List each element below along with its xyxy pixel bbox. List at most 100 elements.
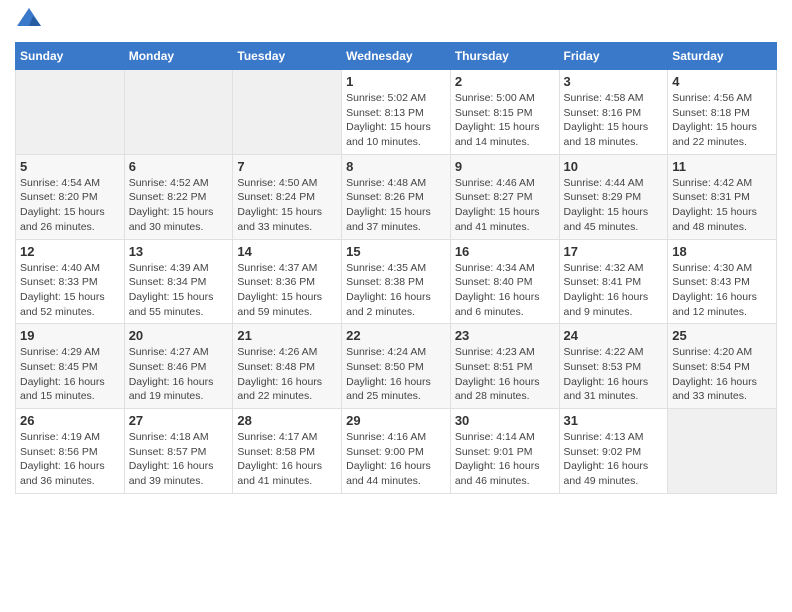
day-info: Sunrise: 4:17 AM Sunset: 8:58 PM Dayligh… <box>237 430 337 489</box>
day-number: 25 <box>672 328 772 343</box>
logo <box>15 10 47 34</box>
calendar-cell: 21 Sunrise: 4:26 AM Sunset: 8:48 PM Dayli… <box>233 324 342 409</box>
col-header-thursday: Thursday <box>450 43 559 70</box>
day-number: 6 <box>129 159 229 174</box>
col-header-tuesday: Tuesday <box>233 43 342 70</box>
day-info: Sunrise: 4:29 AM Sunset: 8:45 PM Dayligh… <box>20 345 120 404</box>
day-number: 12 <box>20 244 120 259</box>
day-number: 5 <box>20 159 120 174</box>
day-info: Sunrise: 4:42 AM Sunset: 8:31 PM Dayligh… <box>672 176 772 235</box>
col-header-sunday: Sunday <box>16 43 125 70</box>
day-info: Sunrise: 4:22 AM Sunset: 8:53 PM Dayligh… <box>564 345 664 404</box>
day-number: 1 <box>346 74 446 89</box>
calendar-cell <box>668 409 777 494</box>
day-info: Sunrise: 4:52 AM Sunset: 8:22 PM Dayligh… <box>129 176 229 235</box>
calendar-cell: 25 Sunrise: 4:20 AM Sunset: 8:54 PM Dayli… <box>668 324 777 409</box>
day-number: 15 <box>346 244 446 259</box>
day-info: Sunrise: 4:34 AM Sunset: 8:40 PM Dayligh… <box>455 261 555 320</box>
calendar-cell: 22Sunrise: 4:24 AM Sunset: 8:50 PM Dayli… <box>342 324 451 409</box>
day-number: 14 <box>237 244 337 259</box>
calendar-cell: 12 Sunrise: 4:40 AM Sunset: 8:33 PM Dayli… <box>16 239 125 324</box>
calendar-cell <box>16 70 125 155</box>
day-info: Sunrise: 4:16 AM Sunset: 9:00 PM Dayligh… <box>346 430 446 489</box>
col-header-wednesday: Wednesday <box>342 43 451 70</box>
day-info: Sunrise: 4:58 AM Sunset: 8:16 PM Dayligh… <box>564 91 664 150</box>
day-number: 27 <box>129 413 229 428</box>
day-number: 28 <box>237 413 337 428</box>
day-number: 2 <box>455 74 555 89</box>
day-number: 17 <box>564 244 664 259</box>
calendar-table: SundayMondayTuesdayWednesdayThursdayFrid… <box>15 42 777 494</box>
calendar-cell: 29 Sunrise: 4:16 AM Sunset: 9:00 PM Dayli… <box>342 409 451 494</box>
day-info: Sunrise: 4:32 AM Sunset: 8:41 PM Dayligh… <box>564 261 664 320</box>
day-info: Sunrise: 4:20 AM Sunset: 8:54 PM Dayligh… <box>672 345 772 404</box>
calendar-cell: 8 Sunrise: 4:48 AM Sunset: 8:26 PM Daylig… <box>342 154 451 239</box>
day-number: 16 <box>455 244 555 259</box>
day-number: 23 <box>455 328 555 343</box>
calendar-cell: 2 Sunrise: 5:00 AM Sunset: 8:15 PM Daylig… <box>450 70 559 155</box>
day-info: Sunrise: 4:44 AM Sunset: 8:29 PM Dayligh… <box>564 176 664 235</box>
calendar-cell <box>233 70 342 155</box>
logo-icon <box>15 6 43 34</box>
calendar-cell: 18Sunrise: 4:30 AM Sunset: 8:43 PM Dayli… <box>668 239 777 324</box>
page-header <box>15 10 777 34</box>
day-number: 4 <box>672 74 772 89</box>
day-number: 9 <box>455 159 555 174</box>
calendar-cell: 10 Sunrise: 4:44 AM Sunset: 8:29 PM Dayli… <box>559 154 668 239</box>
calendar-week-row: 26Sunrise: 4:19 AM Sunset: 8:56 PM Dayli… <box>16 409 777 494</box>
day-number: 11 <box>672 159 772 174</box>
day-info: Sunrise: 4:46 AM Sunset: 8:27 PM Dayligh… <box>455 176 555 235</box>
day-info: Sunrise: 4:35 AM Sunset: 8:38 PM Dayligh… <box>346 261 446 320</box>
day-info: Sunrise: 4:18 AM Sunset: 8:57 PM Dayligh… <box>129 430 229 489</box>
day-number: 29 <box>346 413 446 428</box>
day-number: 24 <box>564 328 664 343</box>
day-number: 18 <box>672 244 772 259</box>
calendar-cell: 30 Sunrise: 4:14 AM Sunset: 9:01 PM Dayli… <box>450 409 559 494</box>
calendar-cell: 17 Sunrise: 4:32 AM Sunset: 8:41 PM Dayli… <box>559 239 668 324</box>
day-number: 30 <box>455 413 555 428</box>
day-info: Sunrise: 4:39 AM Sunset: 8:34 PM Dayligh… <box>129 261 229 320</box>
day-info: Sunrise: 4:40 AM Sunset: 8:33 PM Dayligh… <box>20 261 120 320</box>
day-number: 21 <box>237 328 337 343</box>
calendar-cell: 28 Sunrise: 4:17 AM Sunset: 8:58 PM Dayli… <box>233 409 342 494</box>
calendar-cell: 1 Sunrise: 5:02 AM Sunset: 8:13 PM Daylig… <box>342 70 451 155</box>
calendar-week-row: 12 Sunrise: 4:40 AM Sunset: 8:33 PM Dayli… <box>16 239 777 324</box>
calendar-cell: 23 Sunrise: 4:23 AM Sunset: 8:51 PM Dayli… <box>450 324 559 409</box>
day-info: Sunrise: 4:56 AM Sunset: 8:18 PM Dayligh… <box>672 91 772 150</box>
calendar-week-row: 5 Sunrise: 4:54 AM Sunset: 8:20 PM Daylig… <box>16 154 777 239</box>
day-number: 31 <box>564 413 664 428</box>
day-info: Sunrise: 4:14 AM Sunset: 9:01 PM Dayligh… <box>455 430 555 489</box>
calendar-cell: 7Sunrise: 4:50 AM Sunset: 8:24 PM Daylig… <box>233 154 342 239</box>
calendar-cell: 24 Sunrise: 4:22 AM Sunset: 8:53 PM Dayli… <box>559 324 668 409</box>
day-info: Sunrise: 5:02 AM Sunset: 8:13 PM Dayligh… <box>346 91 446 150</box>
calendar-cell: 4 Sunrise: 4:56 AM Sunset: 8:18 PM Daylig… <box>668 70 777 155</box>
col-header-monday: Monday <box>124 43 233 70</box>
calendar-cell: 3 Sunrise: 4:58 AM Sunset: 8:16 PM Daylig… <box>559 70 668 155</box>
day-number: 3 <box>564 74 664 89</box>
day-number: 8 <box>346 159 446 174</box>
col-header-saturday: Saturday <box>668 43 777 70</box>
calendar-cell: 9 Sunrise: 4:46 AM Sunset: 8:27 PM Daylig… <box>450 154 559 239</box>
day-info: Sunrise: 4:23 AM Sunset: 8:51 PM Dayligh… <box>455 345 555 404</box>
calendar-cell: 26Sunrise: 4:19 AM Sunset: 8:56 PM Dayli… <box>16 409 125 494</box>
calendar-cell: 20 Sunrise: 4:27 AM Sunset: 8:46 PM Dayli… <box>124 324 233 409</box>
calendar-cell: 5 Sunrise: 4:54 AM Sunset: 8:20 PM Daylig… <box>16 154 125 239</box>
day-info: Sunrise: 4:48 AM Sunset: 8:26 PM Dayligh… <box>346 176 446 235</box>
day-number: 10 <box>564 159 664 174</box>
day-number: 20 <box>129 328 229 343</box>
day-info: Sunrise: 5:00 AM Sunset: 8:15 PM Dayligh… <box>455 91 555 150</box>
col-header-friday: Friday <box>559 43 668 70</box>
day-info: Sunrise: 4:54 AM Sunset: 8:20 PM Dayligh… <box>20 176 120 235</box>
calendar-header-row: SundayMondayTuesdayWednesdayThursdayFrid… <box>16 43 777 70</box>
day-info: Sunrise: 4:26 AM Sunset: 8:48 PM Dayligh… <box>237 345 337 404</box>
calendar-cell <box>124 70 233 155</box>
day-info: Sunrise: 4:24 AM Sunset: 8:50 PM Dayligh… <box>346 345 446 404</box>
calendar-cell: 13Sunrise: 4:39 AM Sunset: 8:34 PM Dayli… <box>124 239 233 324</box>
day-info: Sunrise: 4:19 AM Sunset: 8:56 PM Dayligh… <box>20 430 120 489</box>
calendar-week-row: 1 Sunrise: 5:02 AM Sunset: 8:13 PM Daylig… <box>16 70 777 155</box>
day-info: Sunrise: 4:27 AM Sunset: 8:46 PM Dayligh… <box>129 345 229 404</box>
calendar-cell: 15 Sunrise: 4:35 AM Sunset: 8:38 PM Dayli… <box>342 239 451 324</box>
calendar-cell: 27 Sunrise: 4:18 AM Sunset: 8:57 PM Dayli… <box>124 409 233 494</box>
day-info: Sunrise: 4:50 AM Sunset: 8:24 PM Dayligh… <box>237 176 337 235</box>
day-number: 19 <box>20 328 120 343</box>
